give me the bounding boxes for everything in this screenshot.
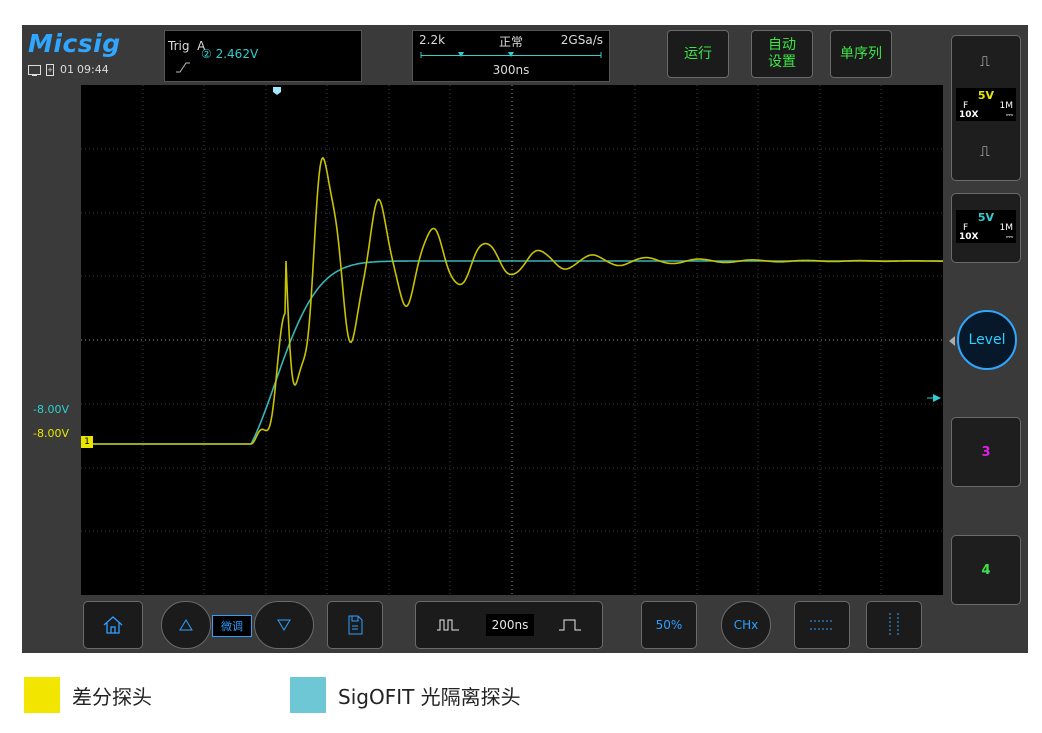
legend-item-optical: SigOFIT 光隔离探头 xyxy=(290,677,521,713)
zoom-out-pulse-icon[interactable] xyxy=(538,602,602,648)
legend-label: 差分探头 xyxy=(72,684,152,709)
ch2-probe: 10X xyxy=(959,232,979,242)
level-knob-button[interactable]: Level xyxy=(957,310,1017,370)
triangle-down-icon xyxy=(277,619,291,631)
legend-item-differential: 差分探头 xyxy=(24,677,152,713)
dc-coupling-icon: ⎓ xyxy=(1005,111,1013,121)
level-left-arrow-icon xyxy=(949,336,955,346)
ch1-offset-label: -8.00V xyxy=(33,427,69,440)
ch1-pulse-icon-2: ⎍ xyxy=(980,144,990,160)
vertical-cursor-button[interactable] xyxy=(866,601,922,649)
ch1-ground-marker[interactable]: 1 xyxy=(81,436,93,448)
status-time: 09:44 xyxy=(77,63,109,76)
battery-icon: + xyxy=(46,63,54,76)
single-sequence-button[interactable]: 单序列 xyxy=(830,30,892,78)
status-line: + 01 09:44 xyxy=(28,63,109,76)
auto-setup-button[interactable]: 自动 设置 xyxy=(751,30,813,78)
graticule xyxy=(81,85,943,595)
legend-swatch xyxy=(290,677,326,713)
zoom-timebase: 200ns xyxy=(486,614,534,636)
auto-label-2: 设置 xyxy=(768,54,796,70)
ch2-impedance: 1M xyxy=(999,223,1014,233)
legend-swatch xyxy=(24,677,60,713)
ch1-info: 5V F 1M 10X ⎓ xyxy=(956,88,1016,121)
channel-select-button[interactable]: CHx xyxy=(721,601,771,649)
save-icon xyxy=(348,615,363,635)
status-channel: 01 xyxy=(60,63,74,76)
trigger-value: ② 2.462V xyxy=(201,47,259,61)
timebase-markers xyxy=(420,52,602,58)
home-button[interactable] xyxy=(83,601,143,649)
dc-coupling-icon: ⎓ xyxy=(1005,233,1013,243)
run-button[interactable]: 运行 xyxy=(667,30,729,78)
ch4-button[interactable]: 4 xyxy=(951,535,1021,605)
ch2-control[interactable]: 5V F 1M 10X ⎓ xyxy=(951,193,1021,263)
waveform-display[interactable] xyxy=(81,85,943,595)
ch2-offset-label: -8.00V xyxy=(33,403,69,416)
brand-logo: Micsig xyxy=(28,29,121,58)
horizontal-cursor-icon xyxy=(810,620,834,630)
ch1-probe: 10X xyxy=(959,110,979,120)
ch2-info: 5V F 1M 10X ⎓ xyxy=(956,210,1016,243)
memory-depth: 2.2k xyxy=(419,33,446,47)
save-button[interactable] xyxy=(327,601,383,649)
fifty-percent-button[interactable]: 50% xyxy=(641,601,697,649)
ch1-impedance: 1M xyxy=(999,101,1014,111)
up-button[interactable] xyxy=(161,601,211,649)
fine-adjust-toggle[interactable]: 微调 xyxy=(212,615,252,637)
vertical-cursor-icon xyxy=(889,613,899,637)
ch1-pulse-icon: ⎍ xyxy=(980,54,990,70)
auto-label-1: 自动 xyxy=(768,37,796,53)
monitor-icon xyxy=(28,64,41,76)
trigger-label: Trig A xyxy=(168,39,206,53)
ch3-button[interactable]: 3 xyxy=(951,417,1021,487)
oscilloscope-screen: Micsig + 01 09:44 Trig A ② 2.462V 2.2k 正… xyxy=(22,25,1028,653)
waveform-canvas xyxy=(81,85,943,595)
time-scale: 300ns xyxy=(492,63,530,77)
trigger-panel[interactable]: Trig A ② 2.462V xyxy=(164,30,362,82)
sample-rate: 2GSa/s xyxy=(560,33,603,47)
trigger-position-marker xyxy=(273,87,281,95)
rising-edge-icon xyxy=(176,62,190,73)
down-button[interactable] xyxy=(254,601,314,649)
ch1-control[interactable]: ⎍ 5V F 1M 10X ⎓ ⎍ xyxy=(951,35,1021,181)
zoom-control[interactable]: 200ns xyxy=(415,601,603,649)
timebase-panel[interactable]: 2.2k 正常 2GSa/s 300ns xyxy=(412,30,610,82)
legend-label: SigOFIT 光隔离探头 xyxy=(338,684,521,709)
home-icon xyxy=(103,616,123,634)
ch2-trace xyxy=(81,260,943,445)
triangle-up-icon xyxy=(179,619,193,631)
zoom-in-pulse-icon[interactable] xyxy=(416,602,480,648)
horizontal-cursor-button[interactable] xyxy=(794,601,850,649)
